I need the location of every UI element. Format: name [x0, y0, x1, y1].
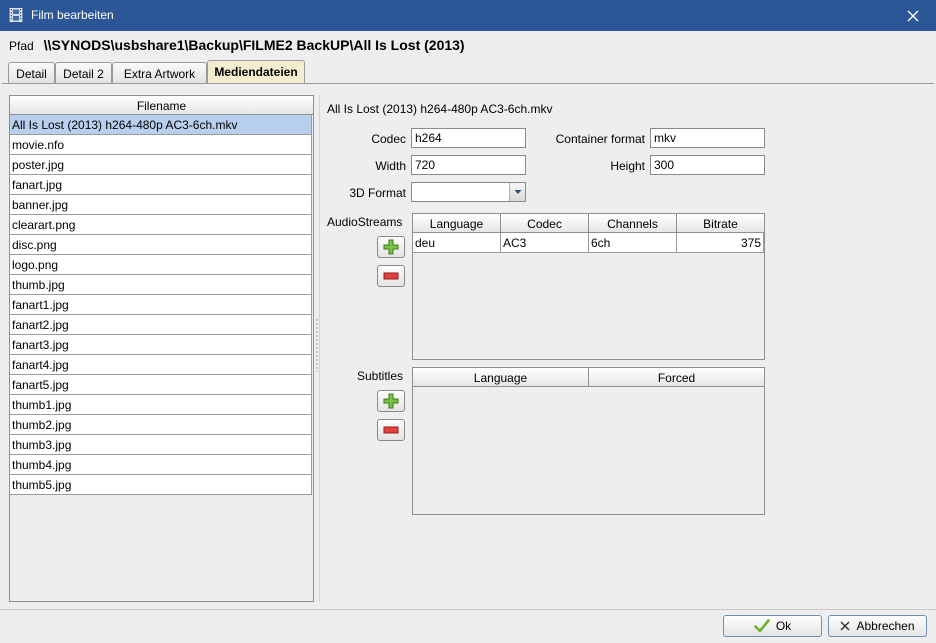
cancel-button[interactable]: Abbrechen [828, 615, 927, 637]
height-field[interactable] [650, 155, 765, 175]
split-pane-handle[interactable] [316, 318, 318, 372]
subtitles-label: Subtitles [357, 369, 404, 383]
file-row[interactable]: clearart.png [10, 215, 312, 235]
footer-separator [0, 609, 936, 610]
file-row[interactable]: All Is Lost (2013) h264-480p AC3-6ch.mkv [10, 115, 312, 135]
audio-column-channels[interactable]: Channels [589, 214, 677, 232]
3d-format-label: 3D Format [349, 186, 406, 200]
path-label: Pfad [9, 39, 34, 53]
close-icon [907, 10, 919, 21]
codec-field[interactable] [411, 128, 526, 148]
file-row[interactable]: logo.png [10, 255, 312, 275]
file-row[interactable]: thumb.jpg [10, 275, 312, 295]
add-audio-stream-button[interactable] [377, 236, 405, 258]
path-row: Pfad \\SYNODS\usbshare1\Backup\FILME2 Ba… [9, 37, 465, 55]
file-row[interactable]: fanart1.jpg [10, 295, 312, 315]
edit-movie-dialog: Film bearbeiten Pfad \\SYNODS\usbshare1\… [0, 0, 936, 643]
close-icon [840, 621, 850, 631]
close-button[interactable] [890, 0, 936, 31]
table-row[interactable]: deu AC3 6ch 375 [413, 233, 764, 253]
window-title: Film bearbeiten [31, 8, 114, 22]
container-format-field[interactable] [650, 128, 765, 148]
3d-format-select[interactable] [411, 182, 526, 202]
file-row[interactable]: thumb3.jpg [10, 435, 312, 455]
audio-table-header: Language Codec Channels Bitrate [413, 214, 764, 233]
audio-streams-table[interactable]: Language Codec Channels Bitrate deu AC3 … [412, 213, 765, 360]
path-value: \\SYNODS\usbshare1\Backup\FILME2 BackUP\… [43, 37, 465, 53]
width-field[interactable] [411, 155, 526, 175]
file-row[interactable]: fanart4.jpg [10, 355, 312, 375]
tab-detail[interactable]: Detail [8, 62, 55, 83]
file-row[interactable]: thumb2.jpg [10, 415, 312, 435]
audio-column-bitrate[interactable]: Bitrate [677, 214, 764, 232]
audio-codec-cell[interactable]: AC3 [501, 233, 589, 253]
file-table[interactable]: Filename All Is Lost (2013) h264-480p AC… [9, 95, 314, 602]
remove-subtitle-button[interactable] [377, 419, 405, 441]
subtitle-table-header: Language Forced [413, 368, 764, 387]
ok-button[interactable]: Ok [723, 615, 822, 637]
subtitle-column-language[interactable]: Language [413, 368, 589, 386]
file-row[interactable]: fanart3.jpg [10, 335, 312, 355]
container-format-label: Container format [555, 132, 645, 146]
audio-streams-label: AudioStreams [327, 215, 403, 229]
file-row[interactable]: fanart5.jpg [10, 375, 312, 395]
ok-button-label: Ok [775, 619, 792, 633]
audio-column-codec[interactable]: Codec [501, 214, 589, 232]
height-label: Height [610, 159, 645, 173]
audio-language-cell[interactable]: deu [413, 233, 501, 253]
width-label: Width [375, 159, 406, 173]
file-row[interactable]: fanart.jpg [10, 175, 312, 195]
plus-icon [383, 239, 399, 255]
subtitles-table[interactable]: Language Forced [412, 367, 765, 515]
panel-divider [319, 95, 320, 602]
audio-channels-cell[interactable]: 6ch [589, 233, 677, 253]
plus-icon [383, 393, 399, 409]
subtitle-column-forced[interactable]: Forced [589, 368, 764, 386]
file-row[interactable]: thumb1.jpg [10, 395, 312, 415]
file-row[interactable]: thumb4.jpg [10, 455, 312, 475]
minus-icon [383, 426, 399, 434]
add-subtitle-button[interactable] [377, 390, 405, 412]
audio-column-language[interactable]: Language [413, 214, 501, 232]
tab-extra-artwork[interactable]: Extra Artwork [112, 62, 207, 83]
file-row[interactable]: disc.png [10, 235, 312, 255]
title-bar[interactable]: Film bearbeiten [0, 0, 936, 31]
checkmark-icon [754, 619, 770, 633]
cancel-button-label: Abbrechen [856, 619, 915, 633]
filename-column-header[interactable]: Filename [10, 96, 313, 115]
codec-label: Codec [371, 132, 406, 146]
file-row[interactable]: poster.jpg [10, 155, 312, 175]
film-strip-icon [9, 8, 23, 22]
file-row[interactable]: movie.nfo [10, 135, 312, 155]
file-row[interactable]: thumb5.jpg [10, 475, 312, 495]
dropdown-arrow[interactable] [509, 183, 525, 201]
remove-audio-stream-button[interactable] [377, 265, 405, 287]
minus-icon [383, 272, 399, 280]
chevron-down-icon [514, 190, 521, 194]
file-row[interactable]: fanart2.jpg [10, 315, 312, 335]
audio-bitrate-cell[interactable]: 375 [677, 233, 764, 253]
file-row[interactable]: banner.jpg [10, 195, 312, 215]
selected-filename: All Is Lost (2013) h264-480p AC3-6ch.mkv [327, 102, 553, 116]
tab-detail-2[interactable]: Detail 2 [55, 62, 112, 83]
tab-mediendateien[interactable]: Mediendateien [207, 60, 305, 83]
